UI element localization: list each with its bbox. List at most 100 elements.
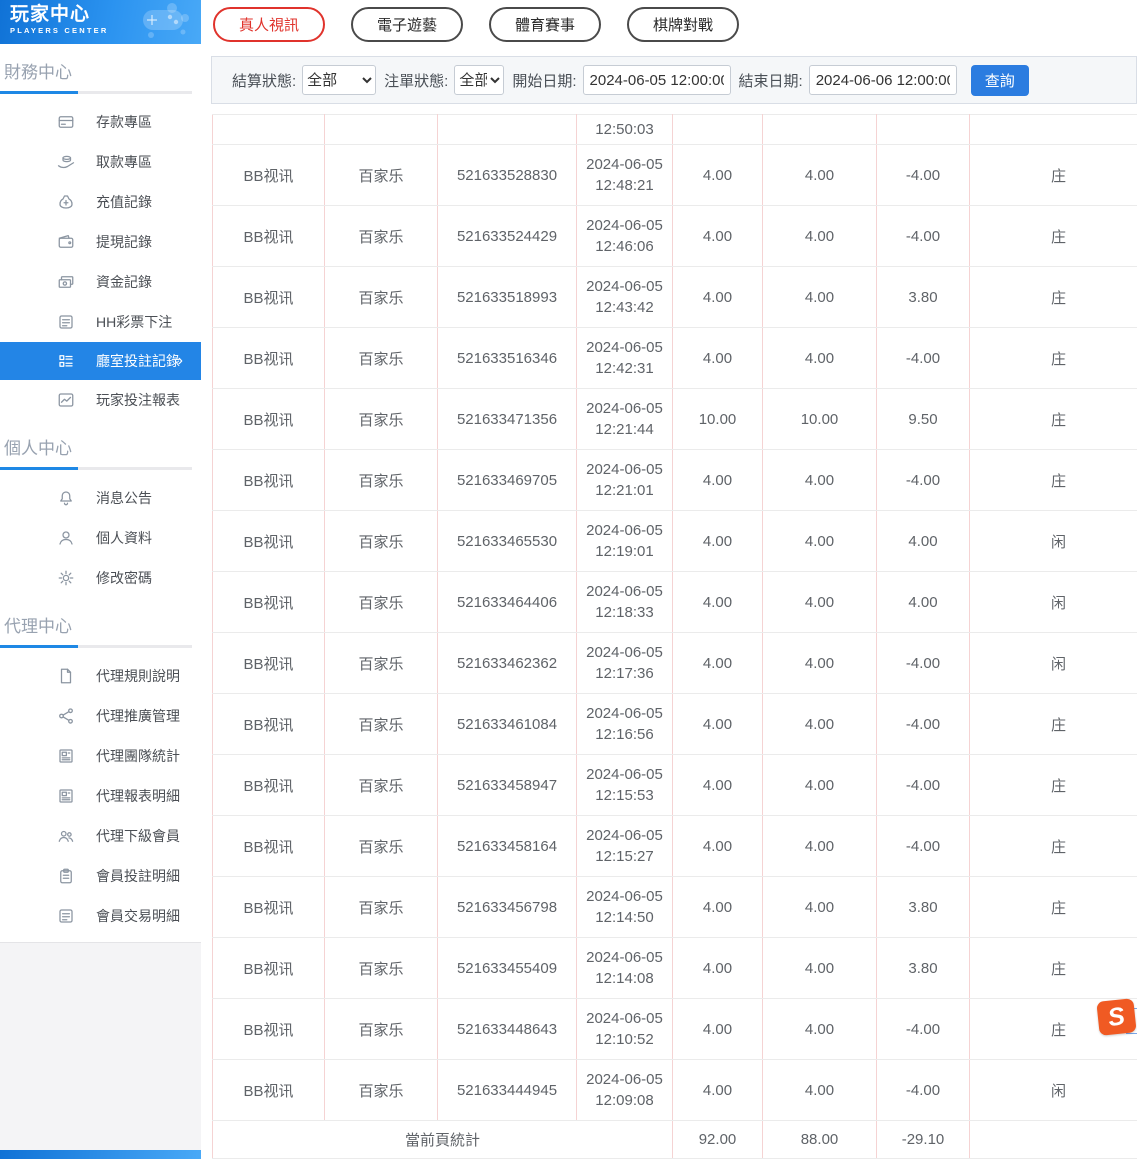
cell-game: 百家乐 [325, 328, 438, 389]
cell-game: 百家乐 [325, 1060, 438, 1121]
cell-platform: BB视讯 [213, 755, 325, 816]
sidebar-item-代理團隊統計[interactable]: 代理團隊統計 [0, 736, 201, 776]
cell-time: 2024-06-0512:16:56 [577, 694, 673, 755]
cell-game: 百家乐 [325, 450, 438, 511]
sidebar-item-會員交易明細[interactable]: 會員交易明細 [0, 896, 201, 936]
sidebar-item-代理規則說明[interactable]: 代理規則說明 [0, 656, 201, 696]
end-date-input[interactable] [809, 65, 957, 95]
table-row: BB视讯百家乐5216334713562024-06-0512:21:4410.… [213, 389, 1137, 450]
cell-bet-content: 庄 [970, 694, 1137, 755]
summary-bet-amount: 92.00 [673, 1121, 763, 1159]
main-content: 真人視訊電子遊藝體育賽事棋牌對戰 結算狀態: 全部 注單狀態: 全部 開始日期:… [201, 0, 1137, 1159]
sidebar-item-存款專區[interactable]: 存款專區 [0, 102, 201, 142]
table-row: BB视讯百家乐5216334589472024-06-0512:15:534.0… [213, 755, 1137, 816]
sidebar-item-資金記錄[interactable]: 資金記錄 [0, 262, 201, 302]
cell-profit: -4.00 [877, 816, 970, 877]
tab-體育賽事[interactable]: 體育賽事 [489, 7, 601, 42]
cell-game: 百家乐 [325, 511, 438, 572]
cell-platform: BB视讯 [213, 1060, 325, 1121]
cell-bet-amount: 4.00 [673, 999, 763, 1060]
tab-棋牌對戰[interactable]: 棋牌對戰 [627, 7, 739, 42]
cell-valid-amount: 10.00 [763, 389, 877, 450]
cell-order-no: 521633456798 [438, 877, 577, 938]
table-row-partial: 12:50:03 [213, 115, 1137, 145]
cell-order-no: 521633469705 [438, 450, 577, 511]
tab-真人視訊[interactable]: 真人視訊 [213, 7, 325, 42]
cell-order-no: 521633462362 [438, 633, 577, 694]
sidebar-item-代理推廣管理[interactable]: 代理推廣管理 [0, 696, 201, 736]
cell-profit: -4.00 [877, 145, 970, 206]
sidebar-item-代理報表明細[interactable]: 代理報表明細 [0, 776, 201, 816]
cell-profit: -4.00 [877, 633, 970, 694]
sidebar-item-代理下級會員[interactable]: 代理下級會員 [0, 816, 201, 856]
cell-platform: BB视讯 [213, 877, 325, 938]
settle-status-select[interactable]: 全部 [302, 65, 376, 95]
wallet-icon [57, 233, 75, 251]
cell-bet-content: 庄 [970, 938, 1137, 999]
sidebar-item-個人資料[interactable]: 個人資料 [0, 518, 201, 558]
cell-profit: 3.80 [877, 938, 970, 999]
order-status-select[interactable]: 全部 [454, 65, 504, 95]
sidebar-item-消息公告[interactable]: 消息公告 [0, 478, 201, 518]
cell-bet-amount: 4.00 [673, 450, 763, 511]
cell-order-no: 521633465530 [438, 511, 577, 572]
bet-records-table-wrap: 12:50:03BB视讯百家乐5216335288302024-06-0512:… [212, 114, 1137, 1159]
sidebar-item-玩家投注報表[interactable]: 玩家投注報表 [0, 380, 201, 420]
sidebar-item-取款專區[interactable]: 取款專區 [0, 142, 201, 182]
summary-empty [970, 1121, 1137, 1159]
cell-platform: BB视讯 [213, 267, 325, 328]
cell-bet-amount: 4.00 [673, 633, 763, 694]
sidebar-item-充值記錄[interactable]: 充值記錄 [0, 182, 201, 222]
list-icon [57, 907, 75, 925]
sogou-letter: S [1106, 1003, 1127, 1031]
cell-valid-amount: 4.00 [763, 511, 877, 572]
summary-profit: -29.10 [877, 1121, 970, 1159]
cell-time: 2024-06-0512:15:53 [577, 755, 673, 816]
table-row: BB视讯百家乐5216334655302024-06-0512:19:014.0… [213, 511, 1137, 572]
filter-bar: 結算狀態: 全部 注單狀態: 全部 開始日期: 結束日期: 查詢 [211, 56, 1137, 104]
table-summary-row: 當前頁統計92.0088.00-29.10 [213, 1121, 1137, 1159]
table-row: BB视讯百家乐5216334581642024-06-0512:15:274.0… [213, 816, 1137, 877]
sogou-ime-icon[interactable]: S [1096, 998, 1136, 1036]
cell-profit: -4.00 [877, 1060, 970, 1121]
sidebar-item-廳室投註記錄[interactable]: 廳室投註記錄› [0, 342, 201, 380]
table-row: BB视讯百家乐5216335189932024-06-0512:43:424.0… [213, 267, 1137, 328]
cell-bet-amount: 4.00 [673, 267, 763, 328]
sidebar-section-title: 個人中心 [0, 426, 201, 467]
cell-game: 百家乐 [325, 389, 438, 450]
cell-order-no: 521633444945 [438, 1060, 577, 1121]
sidebar: 玩家中心 PLAYERS CENTER 財務中心存款專區取款專區充值記錄提現記錄… [0, 0, 201, 1159]
game-category-tabs: 真人視訊電子遊藝體育賽事棋牌對戰 [201, 0, 1137, 48]
cell-time: 2024-06-0512:21:01 [577, 450, 673, 511]
sidebar-item-label: 代理報表明細 [96, 786, 180, 806]
table-row: BB视讯百家乐5216334567982024-06-0512:14:504.0… [213, 877, 1137, 938]
search-button[interactable]: 查詢 [971, 65, 1029, 96]
sidebar-item-提現記錄[interactable]: 提現記錄 [0, 222, 201, 262]
cell-valid-amount: 4.00 [763, 999, 877, 1060]
cell-time: 2024-06-0512:46:06 [577, 206, 673, 267]
cell-platform: BB视讯 [213, 206, 325, 267]
sidebar-item-修改密碼[interactable]: 修改密碼 [0, 558, 201, 598]
sidebar-section-title: 財務中心 [0, 50, 201, 91]
cell-valid-amount [763, 115, 877, 145]
section-title-underline [0, 91, 192, 94]
cell-time: 2024-06-0512:09:08 [577, 1060, 673, 1121]
cell-bet-amount: 4.00 [673, 755, 763, 816]
cell-valid-amount: 4.00 [763, 1060, 877, 1121]
sidebar-item-HH彩票下注[interactable]: HH彩票下注 [0, 302, 201, 342]
cell-game: 百家乐 [325, 633, 438, 694]
report-icon [57, 787, 75, 805]
cell-bet-amount: 10.00 [673, 389, 763, 450]
table-row: BB视讯百家乐5216334644062024-06-0512:18:334.0… [213, 572, 1137, 633]
start-date-input[interactable] [583, 65, 731, 95]
cell-valid-amount: 4.00 [763, 694, 877, 755]
end-date-label: 結束日期: [739, 70, 803, 91]
sidebar-item-會員投註明細[interactable]: 會員投註明細 [0, 856, 201, 896]
cell-game: 百家乐 [325, 755, 438, 816]
cell-valid-amount: 4.00 [763, 938, 877, 999]
cell-bet-amount: 4.00 [673, 145, 763, 206]
cell-game: 百家乐 [325, 694, 438, 755]
cell-time: 2024-06-0512:14:08 [577, 938, 673, 999]
tab-電子遊藝[interactable]: 電子遊藝 [351, 7, 463, 42]
sidebar-nav: 財務中心存款專區取款專區充值記錄提現記錄資金記錄HH彩票下注廳室投註記錄›玩家投… [0, 44, 201, 942]
